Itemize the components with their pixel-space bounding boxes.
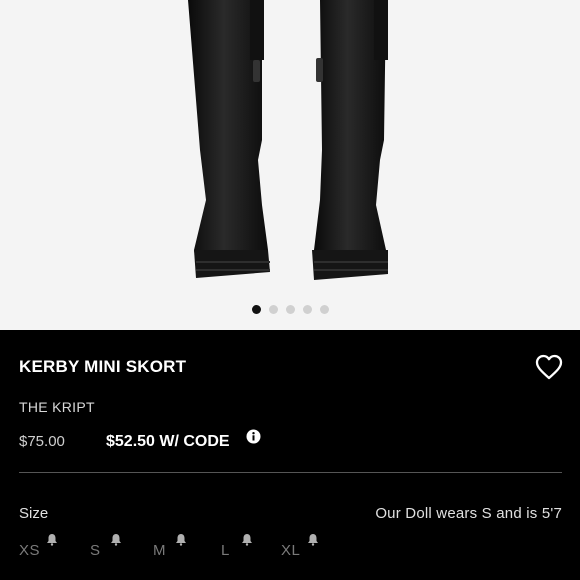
- product-image-carousel[interactable]: [0, 0, 580, 330]
- original-price: $75.00: [19, 433, 65, 450]
- carousel-dots: [0, 305, 580, 314]
- product-title: KERBY MINI SKORT: [19, 357, 187, 376]
- size-option-label: XL: [281, 542, 301, 559]
- bell-icon: [111, 534, 121, 546]
- size-label: Size: [19, 505, 49, 522]
- size-option-l[interactable]: L: [221, 533, 261, 563]
- left-boot: [188, 0, 270, 278]
- size-options: XS S M L XL: [19, 533, 559, 563]
- right-boot: [312, 0, 388, 280]
- heart-outline-icon[interactable]: [535, 354, 563, 380]
- bell-icon: [242, 534, 252, 546]
- info-icon[interactable]: [246, 429, 261, 444]
- size-option-label: XS: [19, 542, 41, 559]
- size-option-label: S: [90, 542, 101, 559]
- bell-icon: [308, 534, 318, 546]
- bell-icon: [47, 534, 57, 546]
- carousel-dot[interactable]: [268, 305, 278, 314]
- product-info-panel: KERBY MINI SKORT THE KRIPT $75.00 $52.50…: [0, 330, 580, 580]
- fit-note: Our Doll wears S and is 5'7: [375, 505, 562, 522]
- carousel-dot[interactable]: [251, 305, 261, 314]
- brand-name[interactable]: THE KRIPT: [19, 399, 95, 415]
- carousel-dot[interactable]: [302, 305, 312, 314]
- bell-icon: [176, 534, 186, 546]
- divider: [19, 472, 562, 473]
- size-option-xl[interactable]: XL: [281, 533, 326, 563]
- carousel-dot[interactable]: [319, 305, 329, 314]
- sale-price: $52.50 W/ CODE: [106, 433, 230, 450]
- size-option-m[interactable]: M: [153, 533, 193, 563]
- size-option-xs[interactable]: XS: [19, 533, 64, 563]
- size-option-s[interactable]: S: [90, 533, 130, 563]
- product-photo: [188, 0, 388, 280]
- size-option-label: L: [221, 542, 230, 559]
- size-option-label: M: [153, 542, 166, 559]
- carousel-dot[interactable]: [285, 305, 295, 314]
